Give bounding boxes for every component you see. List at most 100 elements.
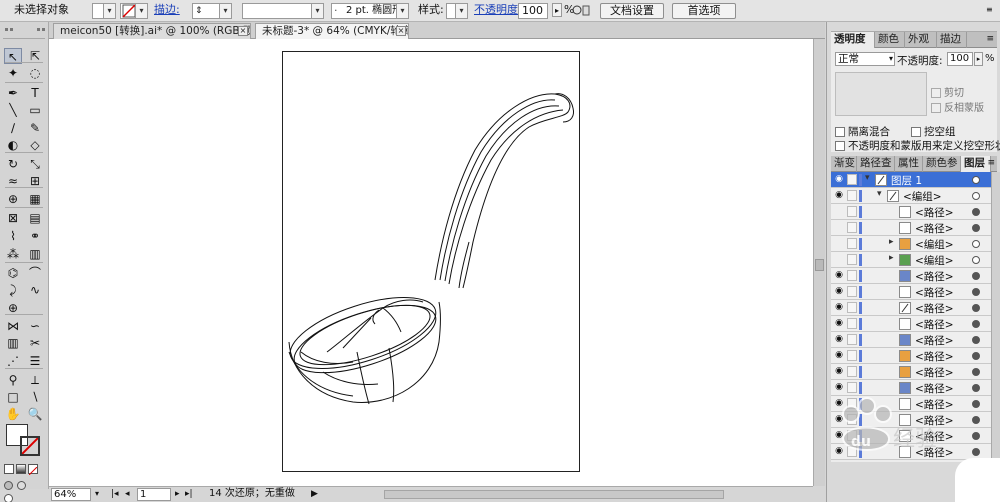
lock-toggle[interactable] [847, 318, 857, 329]
opacity-input[interactable]: 100 [518, 3, 548, 19]
paintbrush-tool[interactable]: ∕ [4, 120, 22, 136]
pen-tool[interactable]: ✒ [4, 85, 22, 101]
tab-color-guide[interactable]: 颜色参 [923, 156, 961, 172]
visibility-eye-icon[interactable] [833, 238, 845, 249]
lock-toggle[interactable] [847, 334, 857, 345]
next-artboard-icon[interactable]: ▸ [175, 488, 180, 501]
last-artboard-icon[interactable]: ▸| [185, 488, 193, 501]
variable-width-profile[interactable]: ▾ [242, 3, 324, 19]
target-circle-icon[interactable] [972, 208, 980, 216]
hand-tool[interactable]: ✋ [4, 406, 22, 422]
type-tool[interactable]: T [26, 85, 44, 101]
zoom-tool[interactable]: 🔍 [26, 406, 44, 422]
visibility-eye-icon[interactable] [833, 206, 845, 217]
visibility-eye-icon[interactable] [833, 254, 845, 265]
target-circle-icon[interactable] [972, 320, 980, 328]
shape-builder-tool[interactable]: ⊕ [4, 191, 22, 207]
target-circle-icon[interactable] [972, 272, 980, 280]
lock-toggle[interactable] [847, 350, 857, 361]
measure-tool[interactable]: ⟂ [26, 372, 44, 388]
target-circle-icon[interactable] [972, 256, 980, 264]
visibility-eye-icon[interactable]: ◉ [833, 286, 845, 297]
sublayer-row[interactable]: <路径> [831, 204, 997, 220]
recolor-artwork-icon[interactable] [571, 3, 591, 19]
sublayer-row[interactable]: ▸ <编组> [831, 236, 997, 252]
visibility-eye-icon[interactable]: ◉ [833, 350, 845, 361]
visibility-eye-icon[interactable] [833, 222, 845, 233]
sublayer-row[interactable]: ◉ <路径> [831, 364, 997, 380]
target-circle-icon[interactable] [972, 400, 980, 408]
status-menu-icon[interactable]: ▶ [311, 488, 318, 501]
warp2-tool[interactable]: ∽ [26, 318, 44, 334]
target-circle-icon[interactable] [972, 224, 980, 232]
close-icon[interactable]: × [396, 26, 406, 36]
zoom-field[interactable]: 64% [51, 488, 91, 501]
scissors-tool[interactable]: ✂ [26, 335, 44, 351]
visibility-eye-icon[interactable]: ◉ [833, 318, 845, 329]
opacity-arrow-button[interactable]: ▸ [552, 3, 562, 17]
stroke-panel-link[interactable]: 描边: [154, 3, 180, 19]
zoom-dropdown-icon[interactable]: ▾ [95, 488, 105, 501]
lock-toggle[interactable] [847, 206, 857, 217]
lock-toggle[interactable] [847, 238, 857, 249]
lock-toggle[interactable] [847, 366, 857, 377]
rotate-tool[interactable]: ↻ [4, 156, 22, 172]
pencil-tool[interactable]: ✎ [26, 120, 44, 136]
sublayer-row[interactable]: ◉ <路径> [831, 300, 997, 316]
envelope-tool[interactable]: ⋈ [4, 318, 22, 334]
tab-gradient[interactable]: 渐变 [831, 156, 857, 172]
preferences-button[interactable]: 首选项 [672, 3, 736, 19]
isolate-blending-checkbox[interactable]: 隔离混合 [835, 124, 890, 139]
lock-toggle[interactable] [847, 382, 857, 393]
tab-meicon50[interactable]: meicon50 [转换].ai* @ 100% (RGB/预览) × [53, 23, 251, 39]
magic-wand-tool[interactable]: ✦ [4, 65, 22, 81]
panel-menu-icon[interactable]: ≡ [987, 158, 995, 168]
mesh-tool[interactable]: ⊠ [4, 210, 22, 226]
blend-tool[interactable]: ⚭ [26, 228, 44, 244]
tab-attributes[interactable]: 属性 [895, 156, 923, 172]
gradient-tool[interactable]: ▤ [26, 210, 44, 226]
visibility-eye-icon[interactable]: ◉ [833, 174, 845, 185]
color-mode-icon[interactable] [4, 464, 14, 474]
collapse-triangle-icon[interactable]: ▾ [877, 189, 882, 199]
sublayer-row[interactable]: ◉ <路径> [831, 316, 997, 332]
collapse-triangle-icon[interactable]: ▾ [865, 173, 870, 183]
tab-pathfinder[interactable]: 路径查 [857, 156, 895, 172]
invert-mask-checkbox[interactable]: 反相蒙版 [931, 99, 984, 114]
opacity-mask-checkbox[interactable]: 不透明度和蒙版用来定义挖空形状 [835, 138, 1000, 153]
rectangle-tool[interactable]: ▭ [26, 102, 44, 118]
eyedropper-tool[interactable]: ⌇ [4, 228, 22, 244]
target-circle-icon[interactable] [972, 416, 980, 424]
draw-mode-icons[interactable] [4, 480, 36, 502]
target-circle-icon[interactable] [972, 368, 980, 376]
prev-artboard-icon[interactable]: ◂ [125, 488, 130, 501]
visibility-eye-icon[interactable]: ◉ [833, 334, 845, 345]
sublayer-row[interactable]: ◉ ▾ <编组> [831, 188, 997, 204]
opacity-thumbnail[interactable] [835, 72, 927, 116]
vertical-scrollbar[interactable] [813, 39, 825, 486]
stroke-swatch[interactable] [20, 436, 40, 456]
lasso-tool[interactable]: ◌ [26, 65, 44, 81]
opacity-panel-link[interactable]: 不透明度: [474, 3, 522, 19]
scroll-thumb[interactable] [815, 259, 824, 271]
lock-toggle[interactable] [847, 302, 857, 313]
gradient-mode-icon[interactable] [16, 464, 26, 474]
scale-tool[interactable]: ⤡ [26, 156, 44, 172]
layers-scrollbar[interactable] [991, 172, 1000, 462]
tab-color[interactable]: 颜色 [875, 32, 905, 48]
tab-appearance[interactable]: 外观 [905, 32, 937, 48]
artboard[interactable] [282, 51, 580, 472]
opacity-arrow-button[interactable]: ▸ [974, 52, 983, 66]
eyedropper2-tool[interactable]: ⚲ [4, 372, 22, 388]
blend-mode-select[interactable]: 正常 ▾ [835, 52, 895, 66]
knockout-group-checkbox[interactable]: 挖空组 [911, 124, 956, 139]
width-tool[interactable]: ⌬ [4, 265, 22, 281]
visibility-eye-icon[interactable]: ◉ [833, 382, 845, 393]
lock-toggle[interactable] [847, 254, 857, 265]
list-tool[interactable]: ☰ [26, 353, 44, 369]
first-artboard-icon[interactable]: |◂ [111, 488, 119, 501]
target-circle-icon[interactable] [972, 288, 980, 296]
slice-tool[interactable]: ⋰ [4, 353, 22, 369]
lock-toggle[interactable] [847, 222, 857, 233]
ladle-artwork-outline[interactable] [283, 52, 579, 471]
